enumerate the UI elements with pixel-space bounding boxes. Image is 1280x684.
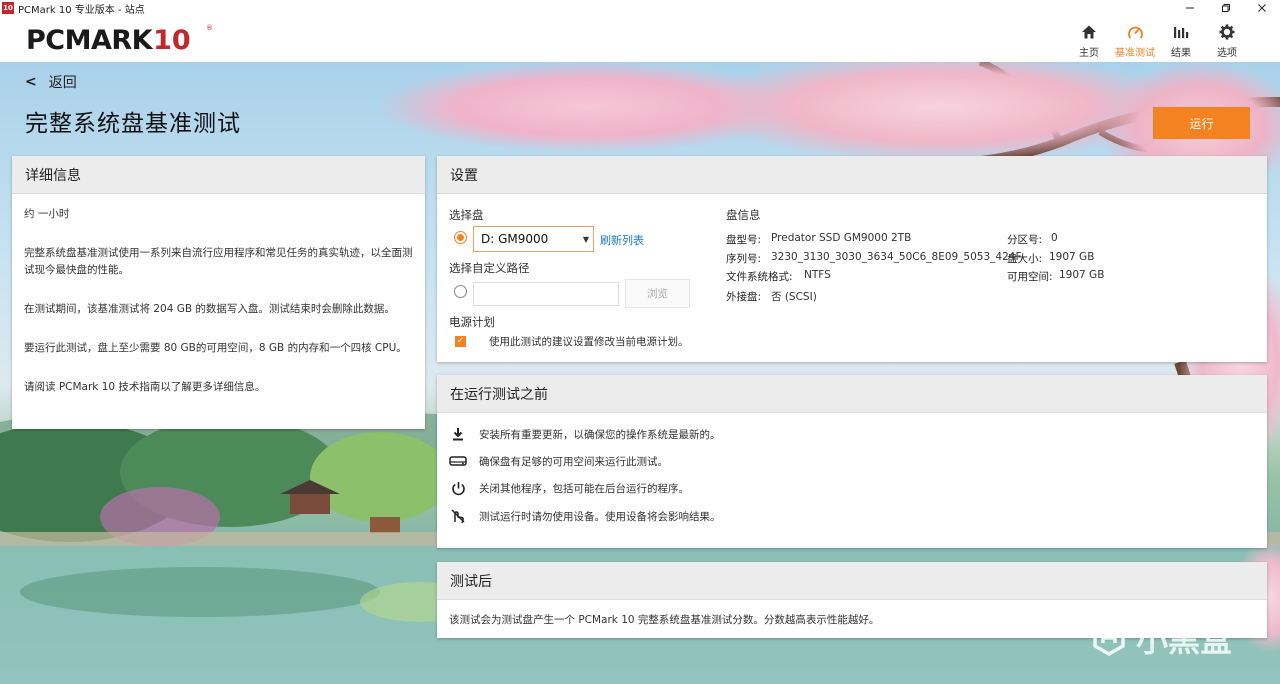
chevron-down-icon: ▼ [582, 235, 589, 244]
bar-chart-icon [1174, 27, 1189, 38]
nav-benchmarks[interactable]: 基准测试 [1112, 22, 1158, 59]
before-item-text: 测试运行时请勿使用设备。使用设备将会影响结果。 [479, 510, 721, 523]
details-header: 详细信息 [12, 156, 425, 194]
list-item: 确保盘有足够的可用空间来运行此测试。 [449, 452, 668, 470]
refresh-list-link[interactable]: 刷新列表 [600, 232, 644, 248]
close-button[interactable] [1244, 0, 1280, 16]
drive-external-value: 否 (SCSI) [771, 291, 817, 303]
minimize-button[interactable] [1172, 0, 1208, 16]
drive-select-value: D: GM9000 [481, 232, 549, 246]
window-titlebar: 10 PCMark 10 专业版本 - 站点 [0, 0, 1280, 16]
drive-model-value: Predator SSD GM9000 2TB [771, 232, 912, 244]
window-title: PCMark 10 专业版本 - 站点 [18, 4, 145, 16]
custom-path-label: 选择自定义路径 [449, 261, 530, 275]
restore-icon [1222, 4, 1230, 12]
drive-serial-value: 3230_3130_3030_3634_50C6_8E09_5053_424F. [771, 251, 1024, 263]
list-item: 测试运行时请勿使用设备。使用设备将会影响结果。 [449, 507, 721, 525]
minimize-icon [1186, 7, 1194, 9]
home-icon [1082, 25, 1096, 39]
list-item: 安装所有重要更新，以确保您的操作系统是最新的。 [449, 425, 721, 443]
power-plan-checkbox[interactable]: ✓ [455, 336, 466, 347]
watermark: 小黑盒 [1090, 615, 1232, 661]
no-touch-icon [451, 509, 465, 524]
power-plan-label: 电源计划 [449, 315, 495, 329]
before-test-header: 在运行测试之前 [437, 375, 1267, 413]
details-body: 约 一小时 完整系统盘基准测试使用一系列来自流行应用程序和常见任务的真实轨迹，以… [12, 194, 425, 430]
details-description: 完整系统盘基准测试使用一系列来自流行应用程序和常见任务的真实轨迹，以全面测试现今… [24, 247, 413, 276]
pcmark-logo: PCMARK 10 ® [26, 24, 213, 58]
page-title: 完整系统盘基准测试 [25, 111, 241, 137]
gear-icon [1219, 24, 1235, 40]
nav-benchmarks-label: 基准测试 [1115, 48, 1155, 59]
nav-home-label: 主页 [1079, 48, 1099, 59]
drive-serial-key: 序列号: [726, 253, 762, 265]
power-plan-checkbox-label: 使用此测试的建议设置修改当前电源计划。 [489, 336, 689, 348]
details-data-written: 在测试期间，该基准测试将 204 GB 的数据写入盘。测试结束时会删除此数据。 [24, 303, 395, 315]
gauge-icon [1127, 26, 1143, 38]
chevron-left-icon: < [25, 74, 37, 90]
before-item-text: 确保盘有足够的可用空间来运行此测试。 [479, 455, 668, 468]
partition-key: 分区号: [1007, 234, 1043, 246]
drive-external-key: 外接盘: [726, 291, 762, 303]
drive-fs-value: NTFS [804, 269, 831, 281]
free-space-value: 1907 GB [1059, 269, 1105, 281]
before-item-text: 关闭其他程序，包括可能在后台运行的程序。 [479, 482, 689, 495]
download-icon [453, 428, 463, 441]
nav-options[interactable]: 选项 [1204, 22, 1250, 59]
watermark-logo-icon [1093, 619, 1125, 657]
watermark-text: 小黑盒 [1136, 621, 1233, 659]
select-drive-label: 选择盘 [449, 208, 484, 222]
details-requirements: 要运行此测试，盘上至少需要 80 GB的可用空间，8 GB 的内存和一个四核 C… [24, 342, 407, 354]
back-link[interactable]: < 返回 [25, 72, 77, 92]
settings-header: 设置 [437, 156, 1267, 194]
logo-number: 10 [153, 25, 191, 56]
logo-registered-mark: ® [206, 24, 213, 32]
select-drive-radio[interactable] [454, 231, 467, 244]
settings-panel: 设置 选择盘 D: GM9000 ▼ 刷新列表 选择自定义路径 浏览 电源计划 … [437, 156, 1267, 362]
app-header: PCMARK 10 ® 主页 基准测试 结果 选项 [0, 16, 1280, 62]
app-icon: 10 [2, 2, 14, 14]
drive-model-key: 盘型号: [726, 234, 762, 246]
nav-options-label: 选项 [1217, 48, 1237, 59]
window-controls [1172, 0, 1280, 16]
after-test-header: 测试后 [437, 562, 1267, 600]
browse-button[interactable]: 浏览 [625, 279, 690, 308]
back-label: 返回 [48, 75, 77, 91]
restore-button[interactable] [1208, 0, 1244, 16]
custom-path-radio[interactable] [454, 285, 467, 298]
close-icon [1258, 4, 1266, 12]
drive-select[interactable]: D: GM9000 ▼ [473, 226, 594, 252]
main-nav: 主页 基准测试 结果 选项 [1066, 22, 1250, 59]
custom-path-input[interactable] [473, 282, 619, 306]
before-test-panel: 在运行测试之前 安装所有重要更新，以确保您的操作系统是最新的。 确保盘有足够的可… [437, 375, 1267, 548]
power-icon [451, 481, 465, 495]
before-item-text: 安装所有重要更新，以确保您的操作系统是最新的。 [479, 428, 721, 441]
list-item: 关闭其他程序，包括可能在后台运行的程序。 [449, 479, 689, 497]
nav-results[interactable]: 结果 [1158, 22, 1204, 59]
drive-size-value: 1907 GB [1049, 251, 1095, 263]
logo-text: PCMARK [26, 25, 153, 56]
free-space-key: 可用空间: [1007, 271, 1053, 283]
details-guide: 请阅读 PCMark 10 技术指南以了解更多详细信息。 [24, 381, 266, 393]
nav-results-label: 结果 [1171, 48, 1191, 59]
nav-home[interactable]: 主页 [1066, 22, 1112, 59]
run-button[interactable]: 运行 [1153, 107, 1250, 139]
drive-icon [449, 456, 467, 466]
partition-value: 0 [1051, 232, 1058, 244]
drive-size-key: 盘大小: [1007, 253, 1043, 265]
drive-info-title: 盘信息 [726, 208, 761, 222]
details-duration: 约 一小时 [24, 208, 70, 220]
drive-fs-key: 文件系统格式: [726, 271, 793, 283]
details-panel: 详细信息 约 一小时 完整系统盘基准测试使用一系列来自流行应用程序和常见任务的真… [12, 156, 425, 429]
